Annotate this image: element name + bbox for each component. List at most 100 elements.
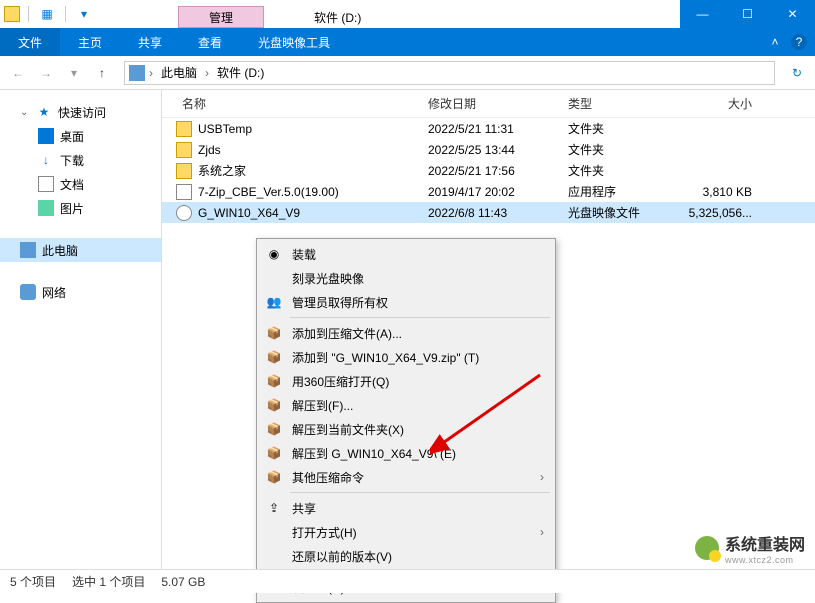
status-items: 5 个项目 bbox=[10, 573, 56, 590]
close-button[interactable]: ✕ bbox=[770, 0, 815, 28]
cm-extract-here[interactable]: 📦解压到当前文件夹(X) bbox=[260, 417, 552, 441]
cm-restore[interactable]: 还原以前的版本(V) bbox=[260, 544, 552, 568]
file-name: 7-Zip_CBE_Ver.5.0(19.00) bbox=[198, 185, 339, 199]
cm-mount[interactable]: ◉装载 bbox=[260, 242, 552, 266]
ribbon-view[interactable]: 查看 bbox=[180, 28, 240, 56]
chevron-right-icon[interactable]: › bbox=[147, 66, 155, 80]
navbar: ← → ▾ ↑ › 此电脑 › 软件 (D:) ↻ bbox=[0, 56, 815, 90]
bc-this-pc[interactable]: 此电脑 bbox=[157, 64, 201, 81]
file-name: Zjds bbox=[198, 143, 221, 157]
ribbon-share[interactable]: 共享 bbox=[120, 28, 180, 56]
sidebar-downloads[interactable]: ↓ 下载 bbox=[0, 148, 161, 172]
help-icon[interactable]: ? bbox=[791, 34, 807, 50]
file-type: 文件夹 bbox=[560, 162, 670, 179]
col-size[interactable]: 大小 bbox=[670, 95, 760, 112]
cm-share[interactable]: ⇪共享 bbox=[260, 496, 552, 520]
archive-icon: 📦 bbox=[266, 373, 282, 389]
file-name: 系统之家 bbox=[198, 162, 246, 179]
table-row[interactable]: Zjds 2022/5/25 13:44文件夹 bbox=[162, 139, 815, 160]
separator bbox=[290, 492, 550, 493]
ribbon-file[interactable]: 文件 bbox=[0, 28, 60, 56]
cm-open-360[interactable]: 📦用360压缩打开(Q) bbox=[260, 369, 552, 393]
table-row[interactable]: 7-Zip_CBE_Ver.5.0(19.00) 2019/4/17 20:02应… bbox=[162, 181, 815, 202]
archive-icon: 📦 bbox=[266, 349, 282, 365]
cm-extract-named[interactable]: 📦解压到 G_WIN10_X64_V9\ (E) bbox=[260, 441, 552, 465]
table-row[interactable]: 系统之家2022/5/21 17:56文件夹 bbox=[162, 160, 815, 181]
sidebar-label: 桌面 bbox=[60, 128, 84, 145]
folder-icon bbox=[176, 142, 192, 158]
ribbon-home[interactable]: 主页 bbox=[60, 28, 120, 56]
sidebar: ⌄ ★ 快速访问 桌面 ↓ 下载 文档 图片 bbox=[0, 90, 162, 570]
maximize-button[interactable]: ☐ bbox=[725, 0, 770, 28]
folder-icon bbox=[176, 163, 192, 179]
chevron-right-icon[interactable]: › bbox=[203, 66, 211, 80]
cm-add-zip[interactable]: 📦添加到 "G_WIN10_X64_V9.zip" (T) bbox=[260, 345, 552, 369]
ribbon-right: ˄ ? bbox=[759, 28, 815, 56]
sidebar-label: 此电脑 bbox=[42, 242, 78, 259]
file-date: 2022/5/25 13:44 bbox=[420, 143, 560, 157]
download-icon: ↓ bbox=[38, 152, 54, 168]
file-date: 2022/6/8 11:43 bbox=[420, 206, 560, 220]
bc-drive[interactable]: 软件 (D:) bbox=[213, 64, 268, 81]
file-type: 文件夹 bbox=[560, 141, 670, 158]
dropdown-icon[interactable]: ▾ bbox=[74, 4, 94, 24]
breadcrumb[interactable]: › 此电脑 › 软件 (D:) bbox=[124, 61, 775, 85]
sidebar-desktop[interactable]: 桌面 bbox=[0, 124, 161, 148]
disc-icon: ◉ bbox=[266, 246, 282, 262]
chevron-down-icon[interactable]: ⌄ bbox=[20, 107, 30, 118]
rows-container: USBTemp2022/5/21 11:31文件夹Zjds2022/5/25 1… bbox=[162, 118, 815, 223]
forward-button[interactable]: → bbox=[34, 61, 58, 85]
cm-add-archive[interactable]: 📦添加到压缩文件(A)... bbox=[260, 321, 552, 345]
file-type: 文件夹 bbox=[560, 120, 670, 137]
minimize-button[interactable]: — bbox=[680, 0, 725, 28]
file-type: 应用程序 bbox=[560, 183, 670, 200]
watermark-title: 系统重装网 bbox=[725, 531, 805, 555]
chevron-right-icon: › bbox=[540, 470, 544, 484]
ribbon-disc[interactable]: 光盘映像工具 bbox=[240, 28, 348, 56]
cm-burn[interactable]: 刻录光盘映像 bbox=[260, 266, 552, 290]
sidebar-network[interactable]: 网络 bbox=[0, 280, 161, 304]
file-date: 2022/5/21 11:31 bbox=[420, 122, 560, 136]
sidebar-pictures[interactable]: 图片 bbox=[0, 196, 161, 220]
share-icon: ⇪ bbox=[266, 500, 282, 516]
cm-extract-to[interactable]: 📦解压到(F)... bbox=[260, 393, 552, 417]
file-name: USBTemp bbox=[198, 122, 252, 136]
file-name: G_WIN10_X64_V9 bbox=[198, 206, 300, 220]
col-type[interactable]: 类型 bbox=[560, 95, 670, 112]
table-row[interactable]: USBTemp 2022/5/21 11:31文件夹 bbox=[162, 118, 815, 139]
statusbar: 5 个项目 选中 1 个项目 5.07 GB bbox=[0, 569, 815, 593]
chevron-up-icon[interactable]: ˄ bbox=[767, 34, 783, 50]
title-tabs: 管理 软件 (D:) bbox=[178, 0, 391, 28]
path-title: 软件 (D:) bbox=[284, 6, 391, 28]
watermark-icon bbox=[695, 536, 719, 560]
network-icon bbox=[20, 284, 36, 300]
up-button[interactable]: ↑ bbox=[90, 61, 114, 85]
refresh-button[interactable]: ↻ bbox=[785, 66, 809, 80]
back-button[interactable]: ← bbox=[6, 61, 30, 85]
sidebar-quick-access[interactable]: ⌄ ★ 快速访问 bbox=[0, 100, 161, 124]
file-size: 3,810 KB bbox=[670, 185, 760, 199]
folder-app-icon bbox=[4, 6, 20, 22]
recent-dropdown[interactable]: ▾ bbox=[62, 61, 86, 85]
file-date: 2019/4/17 20:02 bbox=[420, 185, 560, 199]
cm-admin[interactable]: 👥管理员取得所有权 bbox=[260, 290, 552, 314]
col-name[interactable]: 名称 bbox=[162, 95, 420, 112]
table-row[interactable]: G_WIN10_X64_V92022/6/8 11:43光盘映像文件5,325,… bbox=[162, 202, 815, 223]
status-size: 5.07 GB bbox=[161, 575, 205, 589]
archive-icon: 📦 bbox=[266, 325, 282, 341]
qat: ▦ ▾ bbox=[0, 0, 98, 28]
cm-open-with[interactable]: 打开方式(H)› bbox=[260, 520, 552, 544]
sidebar-documents[interactable]: 文档 bbox=[0, 172, 161, 196]
column-headers: 名称 修改日期 类型 大小 bbox=[162, 90, 815, 118]
picture-icon bbox=[38, 200, 54, 216]
archive-icon: 📦 bbox=[266, 421, 282, 437]
separator bbox=[65, 6, 66, 22]
sidebar-label: 下载 bbox=[60, 152, 84, 169]
properties-icon[interactable]: ▦ bbox=[37, 4, 57, 24]
cm-other-compress[interactable]: 📦其他压缩命令› bbox=[260, 465, 552, 489]
folder-icon bbox=[176, 121, 192, 137]
pc-icon bbox=[129, 65, 145, 81]
col-date[interactable]: 修改日期 bbox=[420, 95, 560, 112]
sidebar-this-pc[interactable]: 此电脑 bbox=[0, 238, 161, 262]
manage-tab[interactable]: 管理 bbox=[178, 6, 264, 28]
